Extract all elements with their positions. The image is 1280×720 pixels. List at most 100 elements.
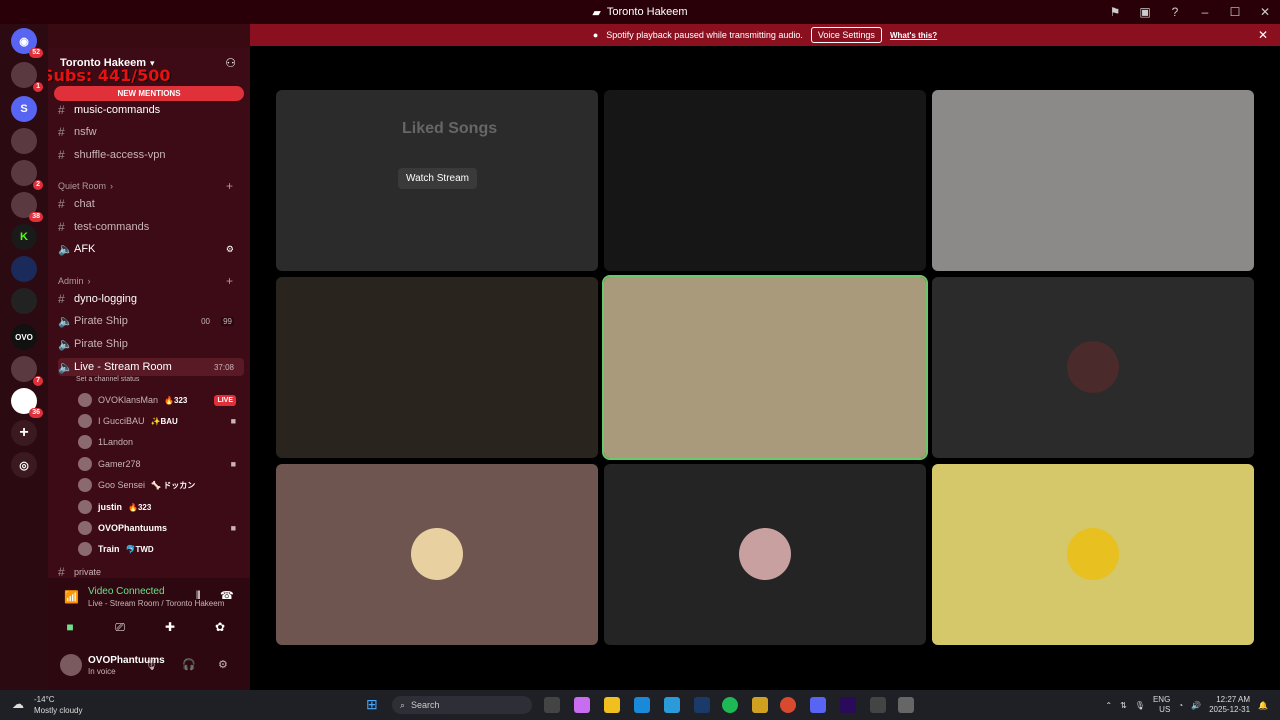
voice-member[interactable]: Goo Sensei 🦴 ドッカン — [78, 476, 244, 494]
channel-nsfw[interactable]: # nsfw — [58, 123, 244, 141]
voice-member[interactable]: I GucciBAU ✨BAU ■ — [78, 412, 244, 430]
server-icon[interactable]: S — [11, 96, 37, 122]
settings-icon[interactable]: ⚙ — [226, 244, 234, 255]
add-channel-icon[interactable]: + — [226, 274, 233, 288]
start-icon[interactable]: ⊞ — [366, 696, 378, 713]
discover-icon[interactable]: ◎ — [11, 452, 37, 478]
language-indicator[interactable]: ENG US — [1153, 695, 1170, 715]
calculator-icon[interactable] — [664, 697, 680, 713]
obs-icon[interactable] — [870, 697, 886, 713]
inbox-icon[interactable]: ⚑ — [1100, 5, 1130, 19]
close-icon[interactable]: ✕ — [1258, 28, 1268, 42]
weather-widget[interactable]: -14°C Mostly cloudy — [34, 694, 82, 716]
notification-icon[interactable]: 🔔 — [1258, 701, 1268, 710]
server-icon[interactable] — [11, 128, 37, 154]
video-tile[interactable] — [276, 277, 598, 458]
copilot-icon[interactable] — [574, 697, 590, 713]
disconnect-icon[interactable]: ☎ — [220, 589, 234, 602]
server-icon[interactable] — [11, 288, 37, 314]
invite-icon[interactable]: ⚇ — [225, 56, 236, 70]
server-icon[interactable]: 38 — [11, 192, 43, 222]
channel-music-commands[interactable]: # music-commands — [58, 101, 244, 119]
channel-test-commands[interactable]: # test-commands — [58, 218, 244, 236]
channel-status[interactable]: Set a channel status — [76, 376, 139, 383]
avatar-tile[interactable] — [932, 277, 1254, 458]
chrome-icon[interactable] — [780, 697, 796, 713]
voice-member[interactable]: Train 🐬TWD — [78, 540, 244, 558]
server-icon[interactable]: 1 — [11, 62, 43, 92]
soundboard-button[interactable]: ✿ — [198, 618, 242, 636]
avatar-tile[interactable] — [276, 464, 598, 645]
network-icon[interactable]: ⇅ — [1120, 701, 1127, 710]
avatar-tile[interactable] — [604, 464, 926, 645]
voice-member[interactable]: justin 🔥323 — [78, 498, 244, 516]
screen-share-button[interactable]: ⎚ — [98, 618, 142, 636]
headphones-icon[interactable]: 🎧 — [182, 658, 196, 671]
maximize-button[interactable]: ☐ — [1220, 5, 1250, 19]
video-tile[interactable] — [604, 90, 926, 271]
avatar[interactable] — [60, 654, 82, 676]
video-tile-speaking[interactable] — [602, 275, 928, 460]
category-admin[interactable]: Admin › + — [58, 274, 233, 288]
weather-icon[interactable]: ☁ — [12, 697, 24, 711]
activities-button[interactable]: ✚ — [148, 618, 192, 636]
signal-icon[interactable]: 📶 — [64, 590, 79, 604]
stream-tile[interactable]: Liked Songs Watch Stream — [276, 90, 598, 271]
wifi-icon[interactable]: ◔ — [1178, 701, 1183, 710]
channel-dyno-logging[interactable]: # dyno-logging — [58, 290, 244, 308]
discord-icon[interactable] — [810, 697, 826, 713]
voice-channel-pirate-ship-2[interactable]: 🔈 Pirate Ship — [58, 335, 244, 353]
channel-chat[interactable]: # chat — [58, 195, 244, 213]
voice-channel-live-stream-room[interactable]: 🔈 Live - Stream Room 37:08 — [58, 358, 244, 376]
add-server-icon[interactable]: + — [11, 420, 37, 446]
taskbar-search[interactable]: ⌕ Search — [392, 696, 532, 714]
app-icon[interactable] — [752, 697, 768, 713]
avatar-tile[interactable] — [932, 464, 1254, 645]
chevron-down-icon: › — [87, 276, 91, 286]
server-icon[interactable]: K — [11, 224, 37, 250]
whats-this-link[interactable]: What's this? — [890, 31, 937, 40]
hash-icon: # — [58, 103, 65, 117]
camera-button[interactable]: ■ — [48, 618, 92, 636]
minimize-button[interactable]: – — [1190, 5, 1220, 19]
vscode-icon[interactable] — [694, 697, 710, 713]
spotify-taskbar-icon[interactable] — [722, 697, 738, 713]
server-icon[interactable]: 2 — [11, 160, 43, 190]
watch-stream-button[interactable]: Watch Stream — [398, 168, 477, 189]
microphone-icon[interactable]: 🎙 — [144, 658, 158, 671]
close-window-button[interactable]: ✕ — [1250, 5, 1280, 19]
help-icon[interactable]: ? — [1160, 5, 1190, 19]
new-mentions-banner[interactable]: NEW MENTIONS — [54, 86, 244, 101]
volume-icon[interactable]: 🔊 — [1191, 701, 1201, 710]
voice-member[interactable]: 1Landon — [78, 433, 244, 451]
home-button[interactable]: ◉ 52 — [11, 28, 43, 58]
voice-channel-pirate-ship[interactable]: 🔈 Pirate Ship 00 99 — [58, 312, 244, 330]
monitor-icon[interactable]: ▣ — [1130, 5, 1160, 19]
file-explorer-icon[interactable] — [604, 697, 620, 713]
voice-location[interactable]: Live - Stream Room / Toronto Hakeem — [88, 599, 224, 608]
gear-icon[interactable]: ⚙ — [218, 658, 228, 671]
chevron-up-icon[interactable]: ⌃ — [1105, 701, 1112, 710]
channel-shuffle-access-vpn[interactable]: # shuffle-access-vpn — [58, 146, 244, 164]
noise-suppression-icon[interactable]: ⫴ — [196, 590, 201, 603]
server-icon[interactable]: 36 — [11, 388, 43, 418]
category-quiet-room[interactable]: Quiet Room › + — [58, 179, 233, 193]
server-icon[interactable]: 7 — [11, 356, 43, 386]
mic-tray-icon[interactable]: 🎙 — [1135, 701, 1145, 710]
task-view-icon[interactable] — [544, 697, 560, 713]
premiere-icon[interactable] — [840, 697, 856, 713]
server-icon[interactable]: OVO — [11, 324, 37, 350]
add-channel-icon[interactable]: + — [226, 179, 233, 193]
edge-icon[interactable] — [634, 697, 650, 713]
channel-private[interactable]: # private — [58, 565, 244, 578]
voice-settings-button[interactable]: Voice Settings — [810, 27, 882, 43]
server-icon[interactable] — [11, 256, 37, 282]
voice-member[interactable]: OVOKlansMan 🔥323 LIVE — [78, 391, 244, 409]
video-tile[interactable] — [932, 90, 1254, 271]
clock[interactable]: 12:27 AM 2025-12-31 — [1209, 695, 1250, 715]
voice-channel-afk[interactable]: 🔈 AFK ⚙ — [58, 240, 244, 258]
voice-member[interactable]: OVOPhantuums ■ — [78, 519, 244, 537]
snipping-icon[interactable] — [898, 697, 914, 713]
voice-member[interactable]: Gamer278 ■ — [78, 455, 244, 473]
avatar — [78, 393, 92, 407]
